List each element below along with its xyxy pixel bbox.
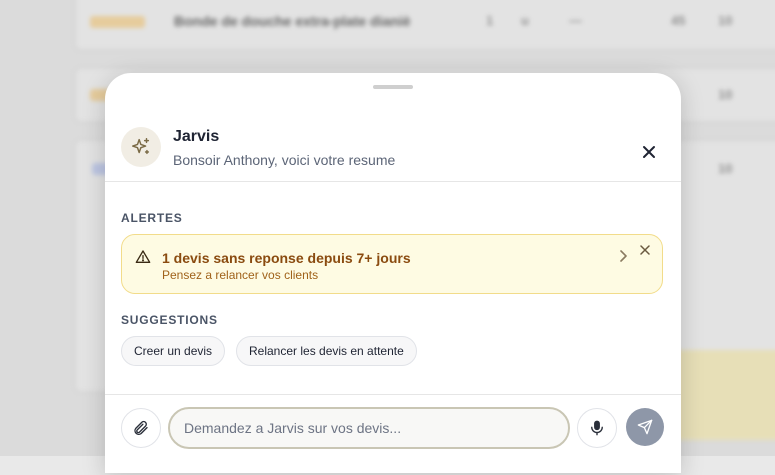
close-button[interactable] <box>635 138 663 166</box>
drag-handle[interactable] <box>373 85 413 89</box>
microphone-icon <box>591 420 603 436</box>
paperclip-icon <box>134 420 148 435</box>
voice-input-button[interactable] <box>577 408 617 448</box>
chevron-right-icon[interactable] <box>616 249 630 263</box>
dismiss-alert-icon[interactable] <box>640 245 650 255</box>
suggestion-create-quote[interactable]: Creer un devis <box>121 336 226 366</box>
alert-card[interactable]: 1 devis sans reponse depuis 7+ jours Pen… <box>121 234 663 294</box>
message-input-wrapper <box>168 407 570 449</box>
suggestions-heading: SUGGESTIONS <box>121 313 218 327</box>
assistant-avatar <box>121 127 161 167</box>
close-icon <box>643 146 655 158</box>
assistant-name: Jarvis <box>173 128 220 145</box>
attach-button[interactable] <box>121 408 161 448</box>
send-button[interactable] <box>626 408 664 446</box>
sparkles-icon <box>132 138 150 155</box>
assistant-header: Jarvis Bonsoir Anthony, voici votre resu… <box>105 108 681 182</box>
alert-subtitle: Pensez a relancer vos clients <box>162 268 319 282</box>
alert-title: 1 devis sans reponse depuis 7+ jours <box>162 250 411 266</box>
suggestion-follow-up-quotes[interactable]: Relancer les devis en attente <box>236 336 417 366</box>
alerts-heading: ALERTES <box>121 211 183 225</box>
assistant-greeting: Bonsoir Anthony, voici votre resume <box>173 152 396 168</box>
composer <box>105 394 681 475</box>
assistant-sheet: Jarvis Bonsoir Anthony, voici votre resu… <box>105 73 681 473</box>
send-icon <box>637 419 653 435</box>
warning-triangle-icon <box>135 250 151 263</box>
message-input[interactable] <box>170 409 568 447</box>
